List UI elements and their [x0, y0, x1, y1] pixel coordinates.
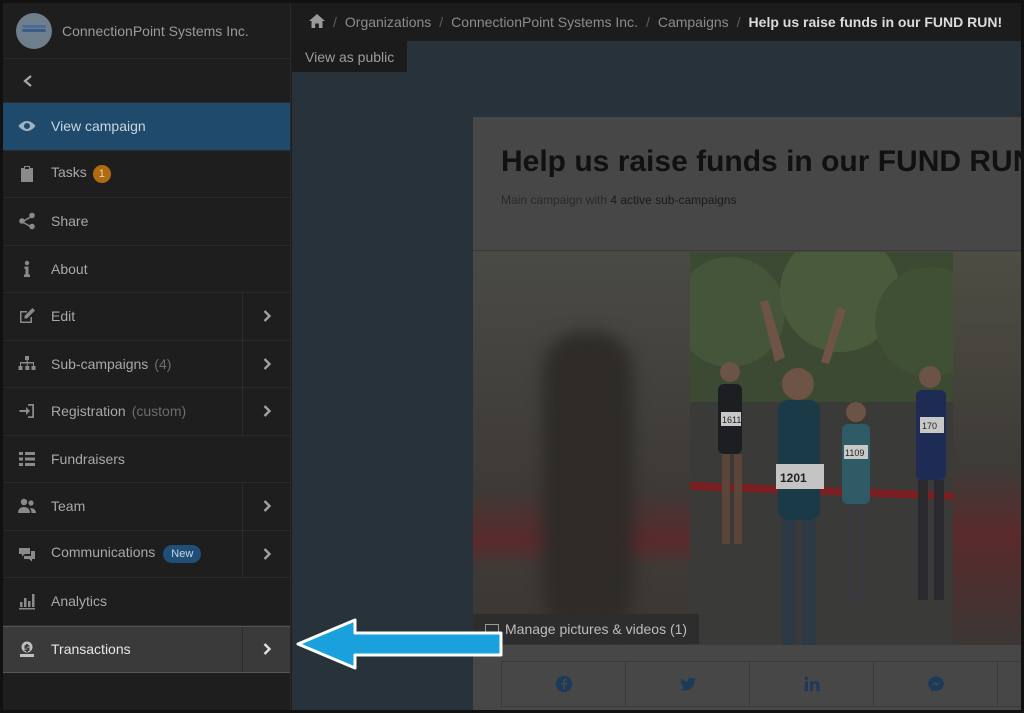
chevron-left-icon [23, 74, 32, 87]
blurred-photo-right [953, 252, 1021, 645]
org-name: ConnectionPoint Systems Inc. [62, 22, 249, 39]
transactions-icon [3, 639, 51, 659]
breadcrumb-org[interactable]: ConnectionPoint Systems Inc. [451, 14, 638, 30]
facebook-share-button[interactable] [502, 662, 626, 706]
sidebar-item-tasks[interactable]: Tasks 1 [3, 151, 290, 198]
sidebar-item-label: About [51, 260, 88, 277]
campaign-card: Help us raise funds in our FUND RUN! Mai… [473, 117, 1024, 710]
linkedin-share-button[interactable] [750, 662, 874, 706]
tasks-count-badge: 1 [92, 165, 111, 184]
manage-pictures-button[interactable]: Manage pictures & videos (1) [473, 614, 700, 644]
sidebar-item-share[interactable]: Share [3, 198, 290, 246]
org-header[interactable]: ConnectionPoint Systems Inc. [3, 3, 290, 59]
chevron-right-icon[interactable] [242, 530, 290, 577]
campaign-header: Help us raise funds in our FUND RUN! Mai… [473, 117, 1024, 251]
share-icon [3, 211, 51, 231]
sidebar: ConnectionPoint Systems Inc. View campai… [3, 3, 291, 710]
sidebar-item-transactions[interactable]: Transactions [3, 625, 290, 673]
sidebar-item-label: Share [51, 213, 89, 230]
breadcrumb-separator: / [736, 14, 741, 30]
messenger-share-button[interactable] [874, 662, 998, 706]
new-badge: New [163, 545, 202, 564]
communications-icon [3, 544, 51, 564]
eye-icon [3, 116, 51, 136]
sidebar-item-label: Analytics [51, 593, 108, 610]
messenger-icon [927, 676, 944, 692]
bib-number: 1611 [722, 415, 741, 425]
bib-number: 170 [922, 421, 937, 431]
sub-campaigns-link[interactable]: 4 active sub-campaigns [610, 193, 736, 207]
twitter-share-button[interactable] [626, 662, 750, 706]
breadcrumb-separator: / [645, 14, 650, 30]
twitter-icon [679, 677, 696, 691]
sidebar-item-communications[interactable]: Communications New [3, 530, 290, 578]
sidebar-item-about[interactable]: About [3, 246, 290, 293]
sitemap-icon [3, 354, 51, 374]
users-icon [3, 496, 51, 516]
breadcrumb: / Organizations / ConnectionPoint System… [291, 3, 1021, 41]
sidebar-item-team[interactable]: Team [3, 483, 290, 531]
manage-pictures-label: Manage pictures & videos (1) [505, 621, 688, 637]
chevron-right-icon[interactable] [242, 626, 290, 672]
sidebar-item-count: (4) [154, 355, 172, 372]
campaign-media: 1611 1201 1109 170 Manage pictures & vid… [473, 252, 1021, 645]
breadcrumb-organizations[interactable]: Organizations [345, 14, 431, 30]
blurred-photo-left [473, 252, 690, 645]
campaign-title: Help us raise funds in our FUND RUN! [501, 145, 1024, 178]
sidebar-item-label: Tasks 1 [51, 164, 290, 184]
breadcrumb-separator: / [439, 14, 444, 30]
bib-number: 1109 [845, 448, 864, 458]
campaign-subtitle: Main campaign with 4 active sub-campaign… [501, 193, 1021, 207]
chevron-right-icon[interactable] [242, 388, 290, 435]
sidebar-item-edit[interactable]: Edit [3, 293, 290, 341]
chevron-right-icon[interactable] [242, 340, 290, 387]
campaign-photo[interactable]: 1611 1201 1109 170 [690, 252, 953, 645]
annotation-arrow [296, 618, 503, 670]
sidebar-item-label: View campaign [51, 118, 146, 135]
sidebar-item-view-campaign[interactable]: View campaign [3, 103, 290, 151]
home-icon[interactable] [309, 13, 325, 31]
linkedin-icon [804, 676, 819, 692]
app-window: ConnectionPoint Systems Inc. View campai… [0, 0, 1024, 713]
collapse-sidebar-button[interactable] [3, 59, 290, 103]
breadcrumb-current: Help us raise funds in our FUND RUN! [748, 14, 1003, 30]
view-as-public-button[interactable]: View as public [292, 41, 408, 72]
sign-in-icon [3, 401, 51, 421]
sidebar-item-count: (custom) [131, 403, 187, 420]
analytics-icon [3, 591, 51, 611]
chevron-right-icon[interactable] [242, 293, 290, 340]
share-buttons [501, 661, 1021, 707]
sidebar-item-label: Fundraisers [51, 450, 125, 467]
breadcrumb-campaigns[interactable]: Campaigns [658, 14, 729, 30]
chevron-right-icon[interactable] [242, 483, 290, 530]
sidebar-item-fundraisers[interactable]: Fundraisers [3, 436, 290, 483]
clipboard-icon [3, 164, 51, 184]
sidebar-item-sub-campaigns[interactable]: Sub-campaigns (4) [3, 340, 290, 388]
sidebar-nav: View campaign Tasks 1 Share About Edit Sub-cam… [3, 103, 290, 673]
main-content: View as public Help us raise funds in ou… [292, 41, 1021, 710]
bib-number: 1201 [780, 471, 807, 485]
list-icon [3, 449, 51, 469]
sidebar-item-registration[interactable]: Registration (custom) [3, 388, 290, 436]
facebook-icon [555, 675, 572, 693]
info-icon [3, 259, 51, 279]
breadcrumb-separator: / [333, 14, 337, 30]
campaign-subtitle-text: Main campaign with [501, 193, 608, 207]
org-logo [16, 12, 52, 49]
sidebar-item-analytics[interactable]: Analytics [3, 578, 290, 626]
edit-icon [3, 306, 51, 326]
